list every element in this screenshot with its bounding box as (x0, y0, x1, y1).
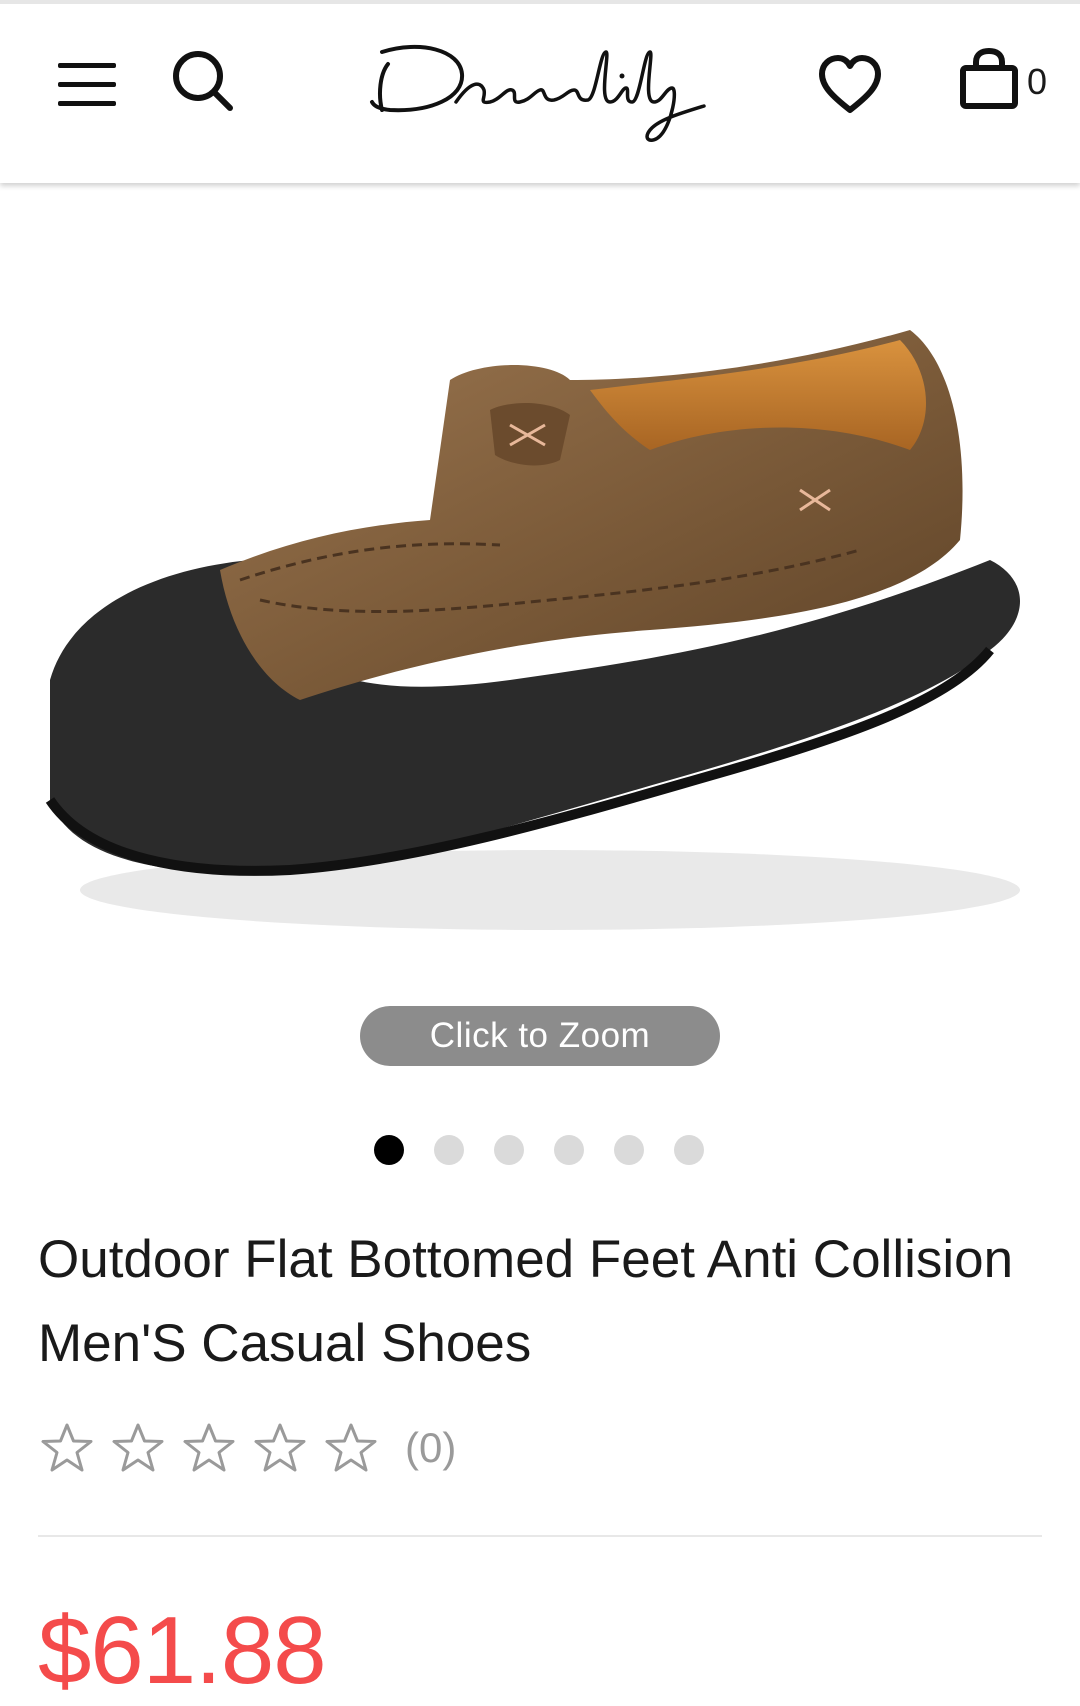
carousel-pagination (374, 1135, 704, 1165)
menu-icon[interactable] (58, 60, 118, 110)
product-title: Outdoor Flat Bottomed Feet Anti Collisio… (38, 1230, 1014, 1373)
star-empty-icon (325, 1423, 377, 1472)
review-count[interactable]: (0) (405, 1424, 456, 1472)
carousel-dot[interactable] (554, 1135, 584, 1165)
top-header: 0 (0, 0, 1080, 183)
search-icon[interactable] (170, 48, 236, 114)
star-empty-icon (254, 1423, 306, 1472)
carousel-dot[interactable] (434, 1135, 464, 1165)
star-empty-icon (112, 1423, 164, 1472)
carousel-dot[interactable] (494, 1135, 524, 1165)
carousel-dot[interactable] (374, 1135, 404, 1165)
heart-icon[interactable] (818, 54, 882, 116)
carousel-dot[interactable] (614, 1135, 644, 1165)
rating-row[interactable]: (0) (40, 1422, 456, 1474)
star-empty-icon (183, 1423, 235, 1472)
divider (38, 1535, 1042, 1537)
carousel-dot[interactable] (674, 1135, 704, 1165)
star-empty-icon (41, 1423, 93, 1472)
product-price: $61.88 (38, 1597, 327, 1704)
brand-logo[interactable] (360, 32, 720, 147)
product-image[interactable] (30, 300, 1050, 1000)
click-to-zoom-button[interactable]: Click to Zoom (360, 1006, 720, 1066)
bag-icon[interactable] (960, 48, 1018, 110)
cart-count: 0 (1027, 61, 1048, 102)
